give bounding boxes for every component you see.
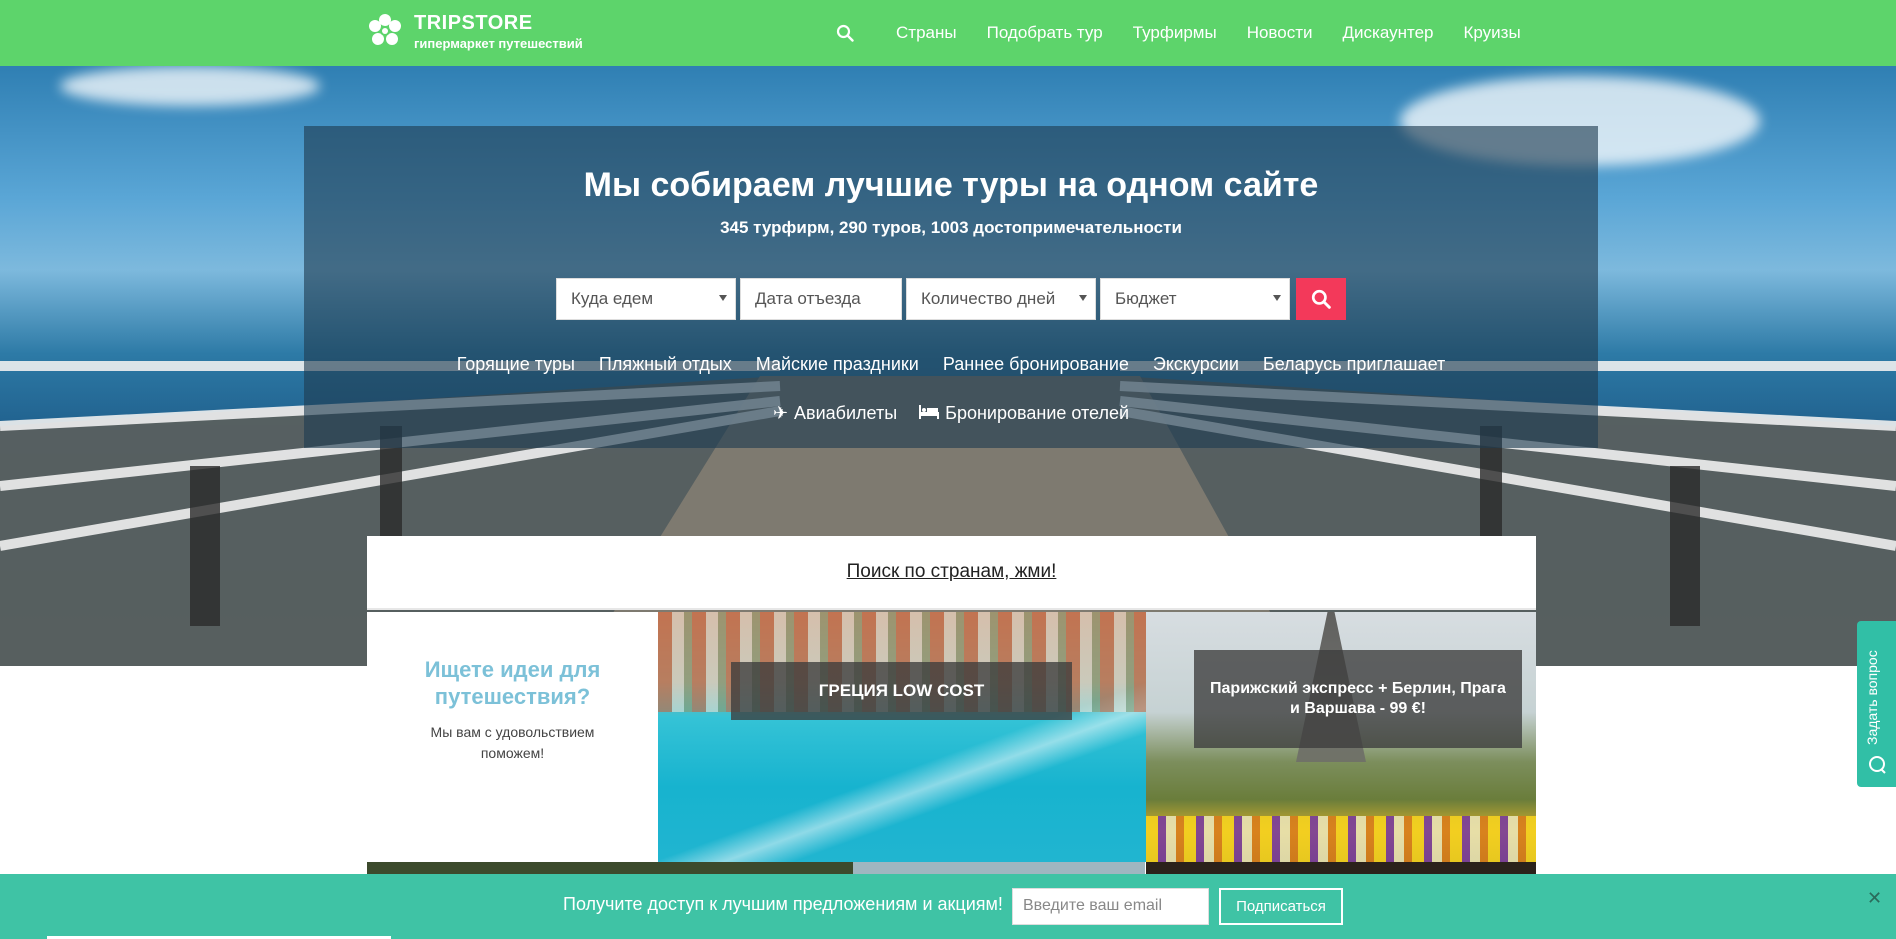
logo-subtitle: гипермаркет путешествий xyxy=(414,35,583,51)
subscribe-text: Получите доступ к лучшим предложениям и … xyxy=(563,894,1003,914)
close-icon[interactable]: ✕ xyxy=(1867,888,1882,909)
flowers-photo xyxy=(1146,816,1536,862)
flights-link-label: Авиабилеты xyxy=(794,403,898,423)
chat-bubble-icon xyxy=(1867,755,1887,775)
destination-select-label: Куда едем xyxy=(571,289,654,308)
bed-icon xyxy=(919,403,940,424)
flights-link[interactable]: ✈ Авиабилеты xyxy=(773,403,897,424)
ideas-title: Ищете идеи для путешествия? xyxy=(424,657,601,709)
departure-date-label: Дата отъезда xyxy=(755,289,861,308)
tag-hot-tours[interactable]: Горящие туры xyxy=(457,354,575,375)
chevron-down-icon xyxy=(1079,295,1087,301)
chevron-down-icon xyxy=(719,295,727,301)
destination-select[interactable]: Куда едем xyxy=(556,278,736,320)
top-header: TRIPSTORE гипермаркет путешествий Страны… xyxy=(0,0,1896,66)
days-count-select[interactable]: Количество дней xyxy=(906,278,1096,320)
budget-label: Бюджет xyxy=(1115,289,1177,308)
nav-countries[interactable]: Страны xyxy=(896,23,957,43)
logo-title: TRIPSTORE xyxy=(414,11,533,34)
country-search-bar: Поиск по странам, жми! xyxy=(367,536,1536,610)
tag-excursions[interactable]: Экскурсии xyxy=(1153,354,1239,375)
tag-beach[interactable]: Пляжный отдых xyxy=(599,354,732,375)
tile-label: ГРЕЦИЯ LOW COST xyxy=(731,662,1072,720)
country-search-link[interactable]: Поиск по странам, жми! xyxy=(847,561,1057,583)
subscribe-button[interactable]: Подписаться xyxy=(1219,888,1343,925)
ideas-card: Ищете идеи для путешествия? Мы вам с удо… xyxy=(367,612,658,862)
hero-stats: 345 турфирм, 290 туров, 1003 достопримеч… xyxy=(720,218,1182,237)
tour-tile-partial[interactable] xyxy=(1146,862,1536,874)
tour-tile-partial[interactable] xyxy=(367,862,853,874)
nav-tour-firms[interactable]: Турфирмы xyxy=(1133,23,1217,43)
ask-question-label: Задать вопрос xyxy=(1864,650,1880,746)
hero-title: Мы собираем лучшие туры на одном сайте xyxy=(583,166,1319,204)
booking-links: ✈ Авиабилеты Бронирование отелей xyxy=(304,403,1598,424)
logo[interactable]: TRIPSTORE гипермаркет путешествий xyxy=(366,12,583,50)
tag-belarus[interactable]: Беларусь приглашает xyxy=(1263,354,1445,375)
tour-search-form: Куда едем Дата отъезда Количество дней Б… xyxy=(556,278,1346,320)
ideas-text: Мы вам с удовольствием поможем! xyxy=(430,724,595,761)
quick-tags: Горящие туры Пляжный отдых Майские празд… xyxy=(304,354,1598,375)
tag-early-booking[interactable]: Раннее бронирование xyxy=(943,354,1129,375)
tile-label: Парижский экспресс + Берлин, Прага и Вар… xyxy=(1194,650,1522,748)
nav-news[interactable]: Новости xyxy=(1247,23,1313,43)
departure-date-input[interactable]: Дата отъезда xyxy=(740,278,902,320)
days-count-label: Количество дней xyxy=(921,289,1056,308)
nav-find-tour[interactable]: Подобрать тур xyxy=(987,23,1103,43)
chevron-down-icon xyxy=(1273,295,1281,301)
email-input[interactable]: Введите ваш email xyxy=(1012,888,1209,925)
tag-may-holidays[interactable]: Майские праздники xyxy=(756,354,919,375)
search-icon[interactable] xyxy=(834,22,856,44)
budget-select[interactable]: Бюджет xyxy=(1100,278,1290,320)
hotels-link-label: Бронирование отелей xyxy=(945,403,1130,423)
search-icon xyxy=(1311,289,1331,309)
tour-tile-greece[interactable]: ГРЕЦИЯ LOW COST xyxy=(658,612,1146,862)
nav-cruises[interactable]: Круизы xyxy=(1464,23,1521,43)
tour-tile-paris[interactable]: Парижский экспресс + Берлин, Прага и Вар… xyxy=(1146,612,1536,862)
main-nav: Страны Подобрать тур Турфирмы Новости Ди… xyxy=(834,0,1521,66)
tour-tile-partial[interactable] xyxy=(853,862,1145,874)
ask-question-tab[interactable]: Задать вопрос xyxy=(1857,621,1896,787)
search-submit-button[interactable] xyxy=(1296,278,1346,320)
nav-discounter[interactable]: Дискаунтер xyxy=(1343,23,1434,43)
hotels-link[interactable]: Бронирование отелей xyxy=(919,403,1129,424)
flower-logo-icon xyxy=(366,12,404,50)
subscribe-bar: Получите доступ к лучшим предложениям и … xyxy=(0,874,1896,939)
plane-icon: ✈ xyxy=(772,403,789,423)
hero-panel: Мы собираем лучшие туры на одном сайте 3… xyxy=(304,126,1598,448)
